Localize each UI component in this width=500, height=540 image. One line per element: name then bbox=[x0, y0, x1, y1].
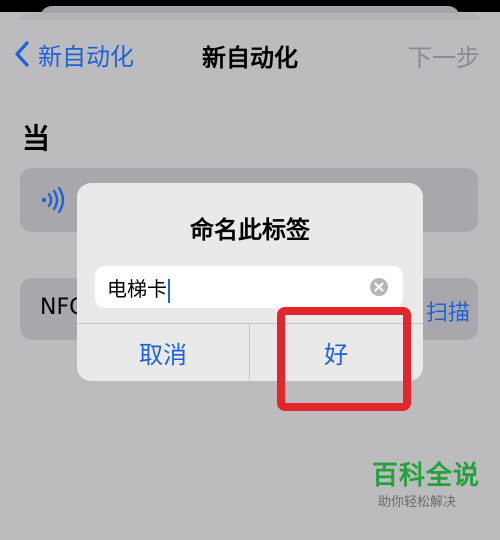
text-caret bbox=[168, 278, 170, 303]
section-title: 当 bbox=[22, 122, 51, 155]
next-button[interactable]: 下一步 bbox=[408, 38, 480, 73]
tag-name-input[interactable]: 电梯卡 bbox=[95, 266, 403, 308]
clear-circle-icon[interactable] bbox=[369, 277, 389, 297]
watermark-title: 百科全说 bbox=[372, 461, 481, 491]
highlight-box bbox=[277, 307, 411, 411]
tag-name-input-value: 电梯卡 bbox=[107, 273, 170, 303]
scan-button[interactable]: 扫描 bbox=[426, 295, 470, 327]
dialog-title: 命名此标签 bbox=[190, 216, 310, 244]
watermark-subtitle: 助你轻松解决 bbox=[378, 495, 457, 510]
cancel-button[interactable]: 取消 bbox=[77, 324, 249, 381]
watermark-logo: 百科全说 助你轻松解决 bbox=[368, 455, 492, 515]
nfc-wave-icon bbox=[41, 187, 65, 213]
